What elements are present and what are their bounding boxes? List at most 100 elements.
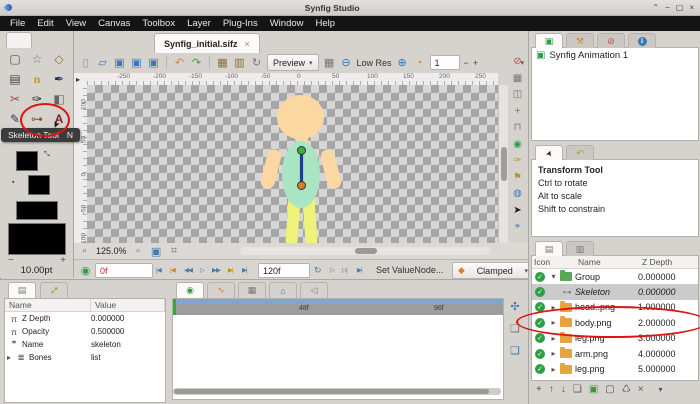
cut-layer-button[interactable]: × bbox=[638, 384, 644, 395]
character-arm-right[interactable] bbox=[319, 147, 343, 191]
polygon-tool[interactable]: ◇ bbox=[48, 49, 70, 69]
raise-layer-button[interactable]: ↑ bbox=[549, 384, 554, 395]
layer-name[interactable]: head..png bbox=[575, 302, 638, 312]
keyframes-tab[interactable]: ⊶ bbox=[40, 282, 68, 298]
layer-enabled-check[interactable]: ✓ bbox=[535, 333, 545, 344]
timetrack-area[interactable]: 48f 96f bbox=[172, 298, 504, 400]
menu-edit[interactable]: Edit bbox=[31, 18, 59, 29]
document-tab[interactable]: Synfig_initial.sifz × bbox=[154, 33, 260, 53]
play-button[interactable]: ▷ bbox=[200, 266, 205, 274]
layer-name[interactable]: Group bbox=[575, 272, 638, 282]
background-render-icon[interactable]: ◍ bbox=[511, 186, 524, 201]
copy-track-icon[interactable]: ❏ bbox=[509, 322, 522, 335]
layer-row-arm[interactable]: ✓ ▸ arm.png 4.000000 bbox=[532, 345, 698, 362]
quality-icon[interactable]: ◔ bbox=[413, 57, 426, 69]
expander-icon[interactable]: ▸ bbox=[5, 353, 13, 362]
layers-more-caret-icon[interactable]: ▾ bbox=[659, 385, 663, 394]
expander-icon[interactable]: ▸ bbox=[548, 365, 559, 374]
quality-minus-button[interactable]: − bbox=[464, 58, 469, 68]
transform-cursor-icon[interactable]: ➤ bbox=[511, 203, 524, 218]
interpolation-dropdown[interactable]: ◆ Clamped ▾ bbox=[452, 262, 534, 279]
fullscreen-icon[interactable]: ⌗ bbox=[168, 245, 181, 258]
swap-colors-icon[interactable]: ⤡ bbox=[44, 151, 50, 159]
scrollbar-thumb[interactable] bbox=[500, 147, 507, 181]
render-indicator-icon[interactable]: ⊘ bbox=[511, 54, 524, 69]
prev-keyframe-button[interactable]: |◀ bbox=[170, 266, 176, 274]
show-guides-icon[interactable]: + bbox=[511, 104, 524, 119]
canvas-item[interactable]: ▣ Synfig Animation 1 bbox=[532, 48, 698, 63]
bone-origin-handle[interactable] bbox=[297, 146, 306, 155]
timetrack-ruler[interactable]: 48f 96f bbox=[173, 299, 503, 315]
layer-name[interactable]: leg.png bbox=[575, 333, 638, 343]
param-row-opacity[interactable]: π Opacity 0.500000 bbox=[5, 325, 165, 338]
skeleton-tool[interactable]: ⊶ bbox=[26, 109, 48, 129]
save-icon[interactable]: ▣ bbox=[113, 56, 126, 69]
layer-name[interactable]: arm.png bbox=[575, 349, 638, 359]
menu-view[interactable]: View bbox=[60, 18, 92, 29]
character-arm-left[interactable] bbox=[259, 147, 283, 191]
menu-canvas[interactable]: Canvas bbox=[92, 18, 136, 29]
snap-grid-icon[interactable]: ◫ bbox=[511, 87, 524, 102]
rollup-button[interactable]: ⌃ bbox=[652, 3, 659, 12]
rectangle-tool[interactable]: ▢ bbox=[4, 49, 26, 69]
layer-name[interactable]: body.png bbox=[575, 318, 638, 328]
close-button[interactable]: × bbox=[689, 3, 694, 12]
spline-tool[interactable]: n bbox=[26, 69, 48, 89]
tab-close-icon[interactable]: × bbox=[245, 39, 250, 49]
canvas-tab2[interactable]: ⌂ bbox=[269, 282, 297, 298]
zoom-out-icon[interactable]: ⊖ bbox=[340, 56, 353, 69]
library-tab[interactable]: ⚒ bbox=[566, 33, 594, 48]
children-tab[interactable]: ▦ bbox=[238, 282, 266, 298]
show-grid-icon[interactable]: ▦ bbox=[511, 71, 524, 86]
tool-options-tab[interactable]: ➤ bbox=[535, 145, 563, 160]
zoom-fit-icon[interactable]: ▣ bbox=[150, 245, 163, 258]
layer-name[interactable]: Skeleton bbox=[575, 287, 638, 297]
canvas-workarea[interactable] bbox=[87, 85, 498, 243]
paste-track-icon[interactable]: ❏ bbox=[509, 344, 522, 357]
menu-plugins[interactable]: Plug-Ins bbox=[217, 18, 264, 29]
canvas-browser-tab[interactable]: ▣ bbox=[535, 33, 563, 48]
layer-row-skeleton[interactable]: ✓ ⊶ Skeleton 0.000000 bbox=[532, 284, 698, 300]
layer-row-body[interactable]: ✓ ▸ body.png 2.000000 bbox=[532, 315, 698, 331]
param-value[interactable]: list bbox=[91, 353, 165, 362]
sets-tab[interactable]: ▥ bbox=[566, 241, 594, 256]
onion-skin-icon[interactable]: ⊓ bbox=[511, 120, 524, 135]
refresh-icon[interactable]: ↻ bbox=[250, 56, 263, 69]
quality-field[interactable]: 1 bbox=[429, 55, 460, 70]
new-layer-button[interactable]: + bbox=[536, 384, 542, 395]
expander-icon[interactable]: ▾ bbox=[548, 272, 559, 281]
next-keyframe-button[interactable]: ▶| bbox=[228, 266, 234, 274]
layer-row-group[interactable]: ✓ ▾ Group 0.000000 bbox=[532, 269, 698, 285]
group-layers-button[interactable]: ▣ bbox=[589, 384, 598, 395]
gradient-tool[interactable]: ▤ bbox=[4, 69, 26, 89]
scrollbar-thumb[interactable] bbox=[174, 389, 489, 394]
past-keyframe-icon[interactable]: ✑ bbox=[511, 153, 524, 168]
time-cursor[interactable] bbox=[173, 299, 176, 315]
history-tab[interactable]: ↶ bbox=[566, 145, 594, 160]
snap-keyframes-icon[interactable]: ✣ bbox=[509, 300, 522, 313]
bone-tip-handle[interactable] bbox=[297, 181, 306, 190]
delete-layer-button[interactable]: ♺ bbox=[622, 384, 631, 395]
sound-tab[interactable]: ◁ bbox=[300, 282, 328, 298]
expander-icon[interactable]: ▸ bbox=[548, 349, 559, 358]
info-tab[interactable]: i bbox=[628, 33, 656, 48]
toolbox-tab[interactable] bbox=[6, 32, 32, 48]
param-value[interactable]: skeleton bbox=[91, 340, 165, 349]
set-valuenode-button[interactable]: Set ValueNode... bbox=[376, 265, 443, 275]
keyframe-lock-icon[interactable]: ◉ bbox=[511, 137, 524, 152]
prev-frame-button[interactable]: ◀◀ bbox=[184, 266, 193, 274]
bounds-upper-button[interactable]: ▶| bbox=[357, 266, 363, 274]
save-as-icon[interactable]: ▣ bbox=[130, 56, 143, 69]
end-time-field[interactable]: 120f bbox=[258, 263, 310, 278]
brush-preview[interactable] bbox=[8, 223, 66, 255]
fill-color-swatch[interactable] bbox=[28, 175, 50, 195]
undo-icon[interactable]: ↶ bbox=[173, 56, 186, 69]
layer-enabled-check[interactable]: ✓ bbox=[535, 317, 545, 328]
layers-tab[interactable]: ▤ bbox=[535, 241, 563, 256]
expander-icon[interactable]: ▸ bbox=[548, 318, 559, 327]
next-frame-button[interactable]: ▶▶ bbox=[212, 266, 221, 274]
gradient-swatch[interactable] bbox=[16, 201, 58, 220]
redo-icon[interactable]: ↷ bbox=[190, 56, 203, 69]
param-row-bones[interactable]: ▸ ≣ Bones list bbox=[5, 351, 165, 364]
layer-enabled-check[interactable]: ✓ bbox=[535, 302, 545, 313]
